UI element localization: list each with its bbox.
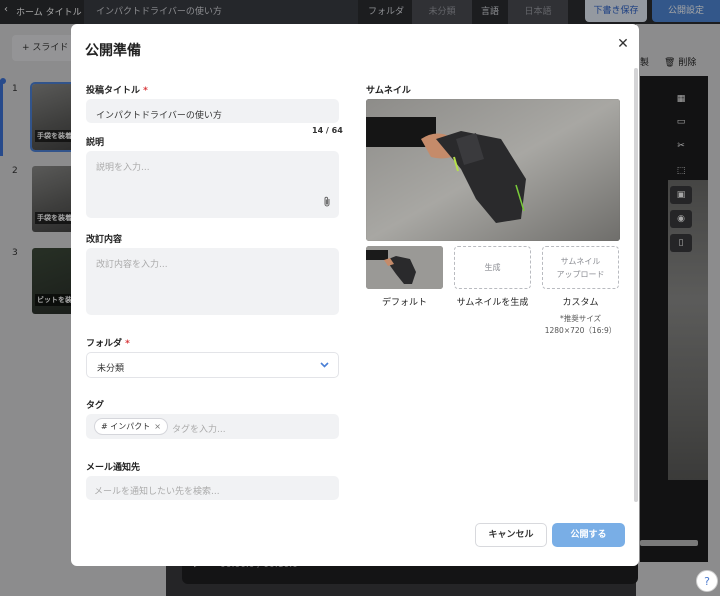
- tag-input[interactable]: # インパクト × タグを入力...: [86, 414, 339, 439]
- tag-placeholder: タグを入力...: [172, 425, 226, 435]
- description-placeholder: 説明を入力...: [96, 163, 150, 173]
- attachment-icon[interactable]: [323, 196, 331, 210]
- email-notify-placeholder: メールを通知したい先を検索...: [94, 487, 220, 497]
- default-thumbnail-option[interactable]: [366, 246, 443, 289]
- title-char-counter: 14 / 64: [312, 126, 343, 135]
- folder-value: 未分類: [97, 364, 125, 374]
- folder-label: フォルダ *: [86, 339, 130, 349]
- revision-placeholder: 改訂内容を入力...: [96, 260, 168, 270]
- post-title-label: 投稿タイトル *: [86, 86, 148, 96]
- help-button[interactable]: ?: [696, 570, 718, 592]
- revision-textarea[interactable]: 改訂内容を入力...: [86, 248, 339, 315]
- folder-select[interactable]: 未分類: [86, 352, 339, 378]
- upload-thumbnail-box[interactable]: サムネイル アップロード: [542, 246, 619, 289]
- custom-caption: カスタム: [562, 298, 599, 308]
- tag-chip[interactable]: # インパクト ×: [94, 418, 168, 435]
- scrollbar[interactable]: [634, 68, 638, 502]
- default-caption: デフォルト: [381, 298, 427, 308]
- description-textarea[interactable]: 説明を入力...: [86, 151, 339, 218]
- thumbnail-preview: [366, 99, 620, 241]
- generate-caption: サムネイルを生成: [456, 298, 529, 308]
- revision-label: 改訂内容: [86, 235, 123, 245]
- thumbnail-label: サムネイル: [366, 86, 411, 96]
- post-title-value: インパクトドライバーの使い方: [96, 111, 222, 121]
- publish-dialog: 公開準備 ✕ 投稿タイトル * インパクトドライバーの使い方 14 / 64 説…: [71, 24, 639, 566]
- recommended-size-note: *推奨サイズ 1280×720（16:9）: [544, 314, 617, 335]
- generate-thumbnail-box[interactable]: 生成: [454, 246, 531, 289]
- email-notify-search[interactable]: メールを通知したい先を検索...: [86, 476, 339, 500]
- dialog-title: 公開準備: [85, 43, 141, 59]
- description-label: 説明: [86, 138, 105, 148]
- remove-tag-icon[interactable]: ×: [154, 422, 161, 431]
- close-icon[interactable]: ✕: [615, 36, 631, 52]
- chevron-down-icon: [319, 359, 330, 373]
- email-notify-label: メール通知先: [86, 463, 141, 473]
- tag-label: タグ: [86, 401, 105, 411]
- publish-button[interactable]: 公開する: [552, 523, 625, 547]
- post-title-input[interactable]: インパクトドライバーの使い方: [86, 99, 339, 123]
- cancel-button[interactable]: キャンセル: [475, 523, 547, 547]
